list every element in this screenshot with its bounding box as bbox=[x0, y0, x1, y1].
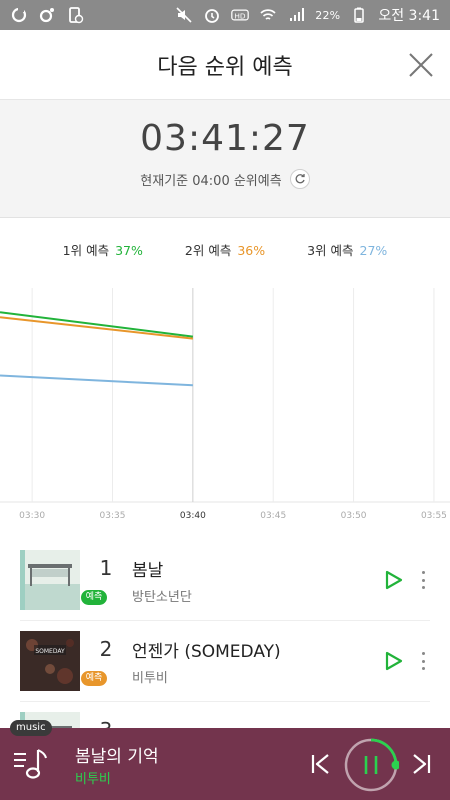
legend-percent: 36% bbox=[237, 243, 266, 258]
app-icon bbox=[10, 6, 28, 24]
song-title: 봄날 bbox=[132, 560, 164, 581]
legend-item-rank-3: 3위 예측 27% bbox=[307, 240, 387, 259]
alarm-icon bbox=[203, 6, 221, 24]
refresh-button[interactable] bbox=[289, 169, 310, 189]
battery-percent: 22% bbox=[315, 8, 341, 22]
previous-icon bbox=[311, 754, 329, 774]
chart-tick-label: 03:45 bbox=[260, 511, 286, 521]
song-info: 언젠가 (SOMEDAY) 비투비 bbox=[132, 637, 382, 686]
rank-cell: 2 예측 bbox=[80, 631, 132, 691]
now-playing-title: 봄날의 기억 bbox=[75, 747, 159, 767]
album-thumbnail bbox=[20, 550, 80, 610]
prediction-badge: 예측 bbox=[81, 590, 107, 605]
more-dot bbox=[421, 659, 425, 663]
refresh-icon bbox=[295, 174, 305, 184]
legend-label: 3위 예측 bbox=[307, 243, 354, 258]
music-tag: music bbox=[10, 720, 52, 736]
close-button[interactable] bbox=[406, 50, 436, 80]
now-playing-artist: 비투비 bbox=[75, 772, 111, 787]
play-button[interactable] bbox=[382, 649, 406, 673]
chart-series-line bbox=[0, 374, 193, 387]
mini-player[interactable]: music 봄날의 기억 비투비 bbox=[0, 720, 450, 800]
hd-icon: HD bbox=[231, 6, 250, 24]
playlist-music-icon bbox=[14, 749, 47, 779]
close-icon bbox=[409, 53, 433, 77]
song-title: 언젠가 (SOMEDAY) bbox=[132, 641, 281, 662]
wifi-icon bbox=[259, 6, 277, 24]
legend-label: 1위 예측 bbox=[62, 243, 110, 258]
chart-tick-label: 03:30 bbox=[19, 511, 45, 521]
legend-item-rank-2: 2위 예측 36% bbox=[185, 240, 265, 259]
chart-tick-label: 03:40 bbox=[180, 511, 206, 521]
countdown-panel: 03:41:27 현재기준 04:00 순위예측 bbox=[0, 100, 450, 218]
artist-name: 비투비 bbox=[132, 670, 168, 686]
countdown-timer: 03:41:27 bbox=[140, 118, 310, 159]
status-bar: HD 22% 오전 3:41 bbox=[0, 0, 450, 30]
more-dot bbox=[421, 578, 425, 582]
prediction-badge: 예측 bbox=[81, 671, 107, 686]
play-icon bbox=[385, 570, 403, 590]
playback-progress-knob bbox=[391, 760, 401, 770]
list-item[interactable]: 1 예측 봄날 방탄소년단 bbox=[20, 540, 430, 621]
rank-number: 2 bbox=[99, 637, 113, 661]
chart-series-line bbox=[0, 311, 194, 338]
battery-icon bbox=[350, 6, 368, 24]
settings-icon bbox=[38, 6, 56, 24]
chart-series-line bbox=[0, 316, 194, 340]
chart-tick-label: 03:50 bbox=[341, 511, 367, 521]
page-title: 다음 순위 예측 bbox=[157, 54, 293, 80]
chart-tick-label: 03:55 bbox=[421, 511, 447, 521]
chart-tick-label: 03:35 bbox=[100, 511, 126, 521]
prediction-chart: 03:30 03:35 03:40 03:45 03:50 03:55 bbox=[0, 288, 450, 521]
more-dot bbox=[421, 667, 425, 670]
svg-text:HD: HD bbox=[235, 11, 247, 20]
album-thumbnail: SOMEDAY bbox=[20, 631, 80, 691]
more-dot bbox=[421, 586, 425, 589]
phone-icon bbox=[66, 6, 84, 24]
list-item[interactable]: SOMEDAY 2 예측 언젠가 (SOMEDAY) 비투비 bbox=[20, 621, 430, 702]
more-dot bbox=[421, 571, 425, 574]
prediction-basis-text: 현재기준 04:00 순위예측 bbox=[140, 173, 282, 189]
previous-button[interactable] bbox=[306, 750, 334, 778]
song-info: 봄날 방탄소년단 bbox=[132, 556, 382, 605]
pause-icon bbox=[344, 738, 401, 792]
chart-legend: 1위 예측 37% 2위 예측 36% 3위 예측 27% bbox=[0, 240, 450, 259]
artist-name: 방탄소년단 bbox=[132, 589, 192, 605]
more-dot bbox=[421, 652, 425, 655]
legend-label: 2위 예측 bbox=[184, 243, 232, 258]
legend-percent: 37% bbox=[115, 243, 143, 258]
status-clock: 오전 3:41 bbox=[378, 8, 440, 24]
rank-number: 1 bbox=[99, 556, 113, 580]
rank-cell: 1 예측 bbox=[80, 550, 132, 610]
next-button[interactable] bbox=[408, 750, 436, 778]
album-cover-text: SOMEDAY bbox=[35, 648, 65, 655]
status-left bbox=[10, 6, 84, 24]
play-icon bbox=[385, 651, 403, 671]
more-button[interactable] bbox=[416, 568, 430, 592]
playlist-button[interactable] bbox=[12, 744, 52, 784]
legend-percent: 27% bbox=[359, 243, 388, 258]
screen: HD 22% 오전 3:41 다음 순위 예측 03:41:27 현재기준 04… bbox=[0, 0, 450, 800]
prediction-basis-row: 현재기준 04:00 순위예측 bbox=[140, 169, 310, 189]
signal-icon bbox=[287, 6, 305, 24]
legend-item-rank-1: 1위 예측 37% bbox=[63, 240, 143, 259]
more-button[interactable] bbox=[416, 649, 430, 673]
status-right: HD 22% 오전 3:41 bbox=[175, 5, 440, 25]
next-icon bbox=[413, 754, 431, 774]
play-button[interactable] bbox=[382, 568, 406, 592]
mute-icon bbox=[175, 6, 193, 24]
header: 다음 순위 예측 bbox=[0, 30, 450, 100]
pause-button[interactable] bbox=[343, 737, 401, 793]
